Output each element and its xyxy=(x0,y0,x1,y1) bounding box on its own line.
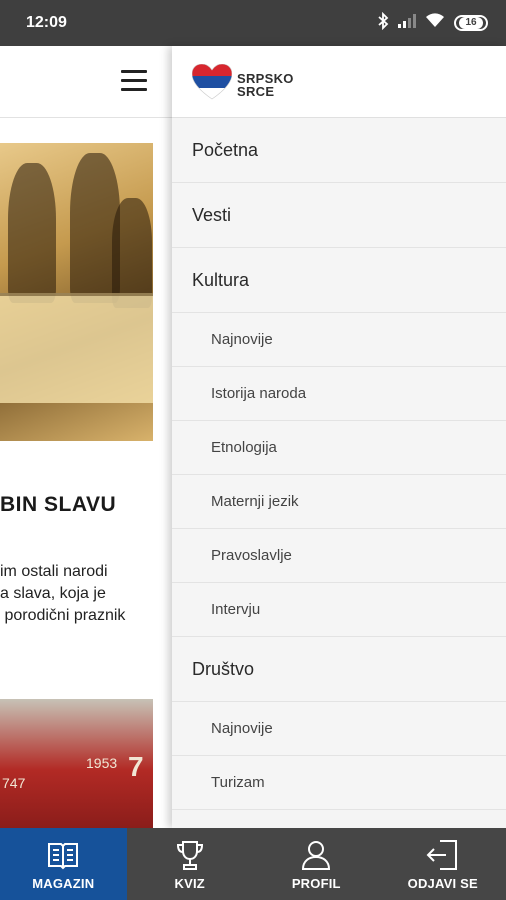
submenu-item-pravoslavlje[interactable]: Pravoslavlje xyxy=(172,529,506,583)
battery-icon: 16 xyxy=(454,15,488,31)
signal-icon xyxy=(398,13,416,33)
srpsko-srce-logo[interactable]: SRPSKO SRCE xyxy=(191,63,294,105)
hamburger-menu-icon[interactable] xyxy=(121,70,147,92)
tab-odjavi-se[interactable]: ODJAVI SE xyxy=(380,828,506,900)
tab-label: PROFIL xyxy=(291,875,341,891)
article-image[interactable] xyxy=(0,143,153,441)
drawer-header: SRPSKO SRCE xyxy=(172,46,506,118)
article-title[interactable]: BIN SLAVU xyxy=(0,493,116,517)
excerpt-line: a slava, koja je xyxy=(0,585,106,602)
tab-label: MAGAZIN xyxy=(32,875,95,891)
status-icons: 16 xyxy=(377,11,488,35)
app-header xyxy=(0,46,172,118)
trophy-icon xyxy=(174,838,206,872)
bluetooth-icon xyxy=(377,11,389,35)
logo-text-line: SRCE xyxy=(237,83,275,99)
tab-profil[interactable]: PROFIL xyxy=(253,828,380,900)
submenu-item-kultura-najnovije[interactable]: Najnovije xyxy=(172,313,506,367)
status-time: 12:09 xyxy=(26,14,67,31)
user-icon xyxy=(300,838,332,872)
tab-label: KVIZ xyxy=(174,875,205,891)
logo-text-line: SRPSKO xyxy=(237,70,294,86)
bottom-navigation: MAGAZIN KVIZ PROFIL ODJAVI SE xyxy=(0,828,506,900)
book-icon xyxy=(46,838,80,872)
image-year-label: 1953 xyxy=(86,755,118,771)
submenu-item-maternji-jezik[interactable]: Maternji jezik xyxy=(172,475,506,529)
heart-flag-icon xyxy=(191,63,233,105)
excerpt-line: porodični praznik xyxy=(0,607,126,624)
article-image[interactable]: 1953 747 7 xyxy=(0,699,153,828)
menu-item-vesti[interactable]: Vesti xyxy=(172,183,506,248)
battery-level: 16 xyxy=(459,17,483,29)
logout-icon xyxy=(426,838,460,872)
submenu-item-etnologija[interactable]: Etnologija xyxy=(172,421,506,475)
tab-magazin[interactable]: MAGAZIN xyxy=(0,828,127,900)
logo-text: SRPSKO SRCE xyxy=(237,72,294,98)
menu-item-pocetna[interactable]: Početna xyxy=(172,118,506,183)
navigation-drawer: SRPSKO SRCE Početna Vesti Kultura Najnov… xyxy=(172,46,506,828)
article-excerpt: im ostali narodi a slava, koja je porodič… xyxy=(0,561,172,627)
tab-kviz[interactable]: KVIZ xyxy=(127,828,254,900)
image-year-label: 747 xyxy=(2,775,26,791)
submenu-item-istorija-naroda[interactable]: Istorija naroda xyxy=(172,367,506,421)
wifi-icon xyxy=(425,13,445,33)
image-year-label: 7 xyxy=(128,751,144,782)
excerpt-line: im ostali narodi xyxy=(0,563,108,580)
tab-label: ODJAVI SE xyxy=(407,875,478,891)
menu-item-kultura[interactable]: Kultura xyxy=(172,248,506,313)
menu-item-drustvo[interactable]: Društvo xyxy=(172,637,506,702)
submenu-item-drustvo-najnovije[interactable]: Najnovije xyxy=(172,702,506,756)
submenu-item-intervju[interactable]: Intervju xyxy=(172,583,506,637)
status-bar: 12:09 16 xyxy=(0,0,506,46)
article-feed: BIN SLAVU im ostali narodi a slava, koja … xyxy=(0,119,172,828)
submenu-item-turizam[interactable]: Turizam xyxy=(172,756,506,810)
